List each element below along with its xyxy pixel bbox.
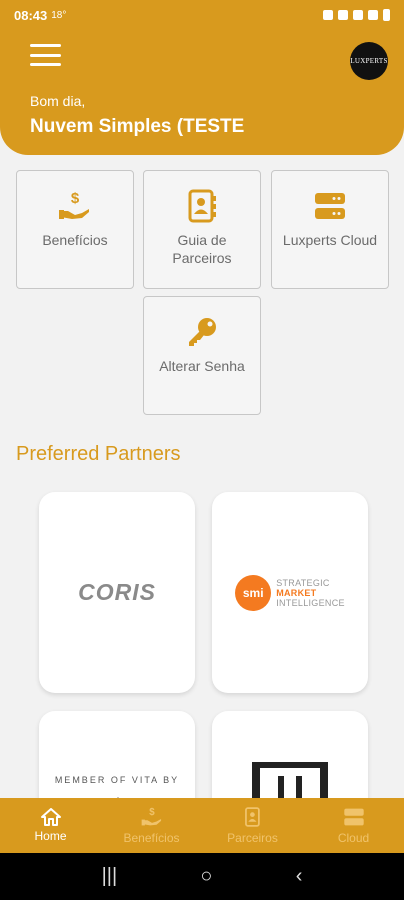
tile-label: Benefícios [42, 232, 108, 248]
status-icons [323, 9, 390, 21]
hand-dollar-icon: $ [141, 807, 161, 826]
nav-label: Cloud [337, 831, 370, 845]
key-icon [185, 315, 219, 349]
partner-card-coris[interactable]: CORIS [39, 492, 195, 693]
address-book-icon [185, 189, 219, 223]
tile-label: Alterar Senha [159, 358, 245, 374]
address-book-icon [244, 807, 260, 827]
tile-label: Luxperts Cloud [282, 232, 378, 248]
partner-logo-text: MEMBER OF VITA BY [54, 775, 180, 785]
nav-label: Benefícios [123, 831, 180, 845]
tile-guia-parceiros[interactable]: Guia de Parceiros [143, 170, 261, 289]
nav-home[interactable]: Home [0, 798, 101, 853]
notification-icon [323, 10, 333, 20]
status-time: 08:43 [14, 7, 48, 23]
server-icon [343, 808, 364, 826]
tile-label: Guia de Parceiros [172, 232, 232, 266]
back-icon[interactable]: ‹ [296, 865, 303, 888]
nav-cloud[interactable]: Cloud [303, 798, 404, 853]
system-navigation-bar: ||| ○ ‹ [0, 853, 404, 900]
alarm-icon [338, 10, 348, 20]
bottom-navigation: Home $ Benefícios Parceiros Cloud [0, 798, 404, 853]
nav-parceiros[interactable]: Parceiros [202, 798, 303, 853]
partner-logo-text: CORIS [78, 579, 156, 605]
user-name: Nuvem Simples (TESTE [30, 116, 245, 137]
greeting-text: Bom dia, [30, 93, 86, 109]
hand-dollar-icon: $ [58, 189, 92, 223]
smi-logo: smi STRATEGIC MARKET INTELLIGENCE [235, 574, 345, 611]
battery-icon [383, 9, 390, 21]
section-title: Preferred Partners [16, 443, 181, 465]
tile-beneficios[interactable]: $ Benefícios [16, 170, 134, 289]
partner-card-smi[interactable]: smi STRATEGIC MARKET INTELLIGENCE [212, 492, 368, 693]
svg-text:$: $ [149, 807, 155, 818]
nav-label: Parceiros [227, 831, 278, 845]
home-button-icon[interactable]: ○ [200, 865, 212, 888]
svg-text:$: $ [71, 190, 80, 207]
server-icon [313, 189, 347, 223]
wifi-icon [353, 10, 363, 20]
nav-beneficios[interactable]: $ Benefícios [101, 798, 202, 853]
hamburger-icon [30, 44, 61, 47]
recent-apps-icon[interactable]: ||| [102, 865, 118, 888]
nav-label: Home [34, 829, 67, 843]
tile-luxperts-cloud[interactable]: Luxperts Cloud [271, 170, 389, 289]
brand-logo[interactable]: LUXPERTS [350, 42, 388, 80]
menu-button[interactable] [30, 44, 61, 66]
smi-badge: smi [235, 574, 272, 611]
status-temperature: 18° [51, 9, 67, 21]
home-icon [40, 808, 61, 826]
app-header: LUXPERTS Bom dia, Nuvem Simples (TESTE [0, 30, 404, 155]
tile-alterar-senha[interactable]: Alterar Senha [143, 296, 261, 415]
status-bar: 08:43 18° [0, 0, 404, 30]
signal-icon [368, 10, 378, 20]
